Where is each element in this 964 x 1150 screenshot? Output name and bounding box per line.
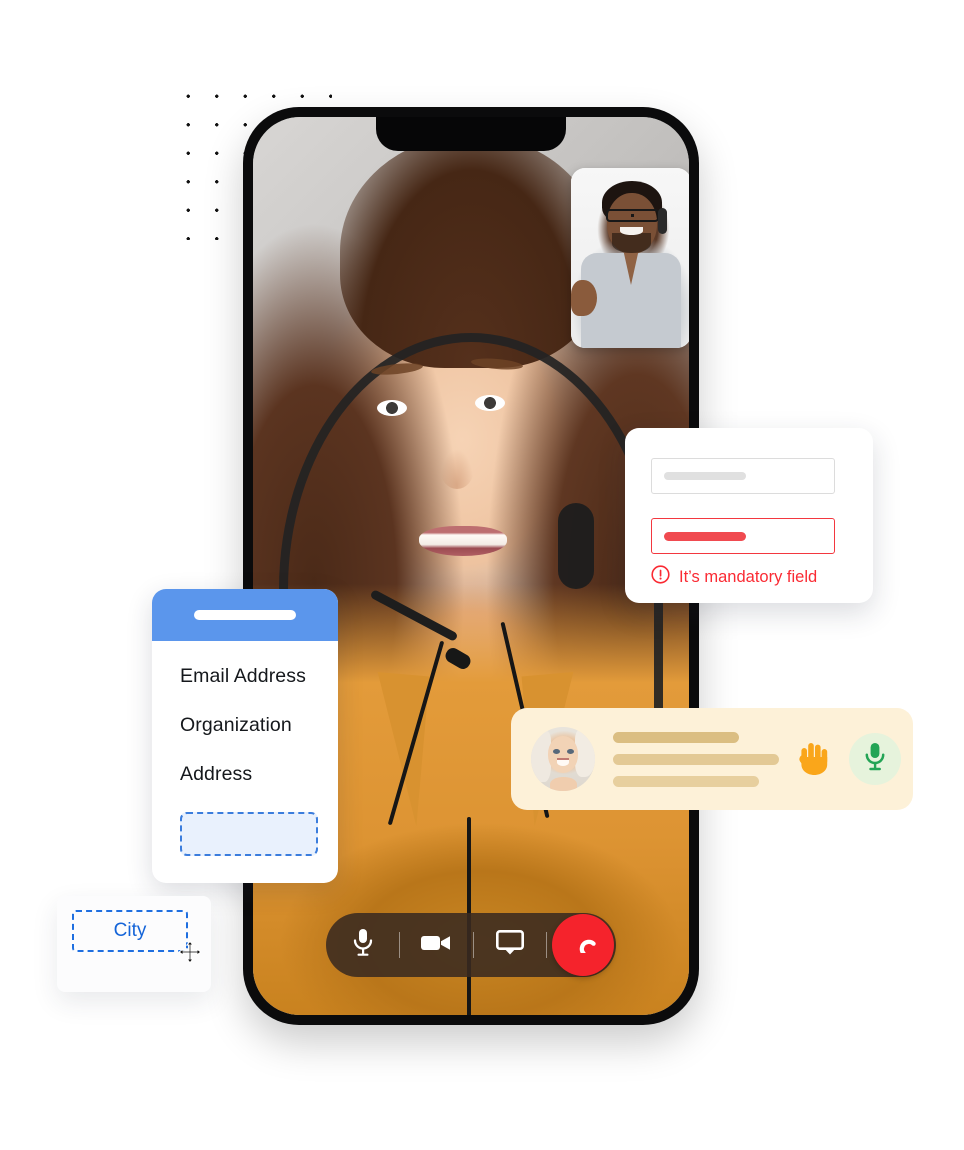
microphone-button[interactable] bbox=[337, 919, 389, 971]
avatar-eye-right bbox=[566, 748, 574, 754]
face-mouth bbox=[418, 525, 507, 556]
control-divider-3 bbox=[545, 932, 547, 958]
airplay-icon bbox=[495, 929, 524, 961]
pip-headset-icon bbox=[658, 207, 667, 234]
move-cursor-icon bbox=[178, 940, 202, 964]
headset-earcup-icon bbox=[558, 503, 595, 590]
control-divider-2 bbox=[472, 932, 474, 958]
screen-share-button[interactable] bbox=[484, 919, 536, 971]
control-divider-1 bbox=[399, 932, 401, 958]
avatar bbox=[531, 727, 595, 791]
raised-hand-icon bbox=[797, 738, 831, 781]
invalid-input[interactable] bbox=[651, 518, 835, 554]
unmute-button[interactable] bbox=[849, 733, 901, 785]
face-eye-left bbox=[377, 399, 408, 416]
phone-notch bbox=[376, 117, 566, 151]
raise-hand-button[interactable] bbox=[797, 738, 831, 781]
pip-video-feed bbox=[571, 168, 689, 348]
form-field-label-email: Email Address bbox=[180, 665, 306, 687]
microphone-icon bbox=[352, 928, 374, 963]
message-line bbox=[613, 731, 739, 743]
message-placeholder-lines bbox=[613, 731, 779, 787]
pip-hand bbox=[571, 279, 598, 316]
validation-card: It’s mandatory field bbox=[625, 428, 873, 603]
call-control-group bbox=[326, 913, 552, 977]
validation-error-row: It’s mandatory field bbox=[651, 565, 847, 589]
exclamation-circle-icon bbox=[651, 565, 670, 589]
field-drop-zone[interactable] bbox=[180, 812, 318, 856]
form-fields-card: Email Address Organization Address bbox=[152, 589, 338, 883]
form-field-label-address: Address bbox=[180, 763, 253, 785]
call-control-bar bbox=[326, 913, 616, 977]
city-field-label: City bbox=[113, 920, 147, 941]
avatar-face bbox=[547, 735, 579, 774]
message-line bbox=[613, 775, 759, 787]
pip-video-tile[interactable] bbox=[571, 168, 689, 348]
input-error-pill bbox=[664, 531, 746, 541]
city-field-chip[interactable]: City bbox=[72, 910, 188, 952]
pip-beard bbox=[611, 232, 652, 253]
speaking-notification-bar bbox=[511, 708, 913, 810]
form-card-body: Email Address Organization Address bbox=[152, 641, 338, 856]
form-field-label-organization: Organization bbox=[180, 714, 292, 736]
video-camera-icon bbox=[421, 933, 451, 958]
form-card-header bbox=[152, 589, 338, 641]
microphone-icon bbox=[864, 742, 886, 777]
message-line bbox=[613, 753, 779, 765]
header-placeholder-pill bbox=[194, 610, 296, 620]
valid-input[interactable] bbox=[651, 458, 835, 494]
avatar-hand bbox=[550, 776, 578, 791]
validation-error-text: It’s mandatory field bbox=[679, 567, 818, 586]
phone-hangup-icon bbox=[567, 933, 599, 958]
video-button[interactable] bbox=[410, 919, 462, 971]
illustration-stage: Email Address Organization Address It’s … bbox=[0, 0, 964, 1150]
glasses-icon bbox=[605, 209, 659, 223]
avatar-eye-left bbox=[552, 748, 560, 754]
input-placeholder-pill bbox=[664, 472, 746, 480]
end-call-button[interactable] bbox=[552, 914, 614, 976]
